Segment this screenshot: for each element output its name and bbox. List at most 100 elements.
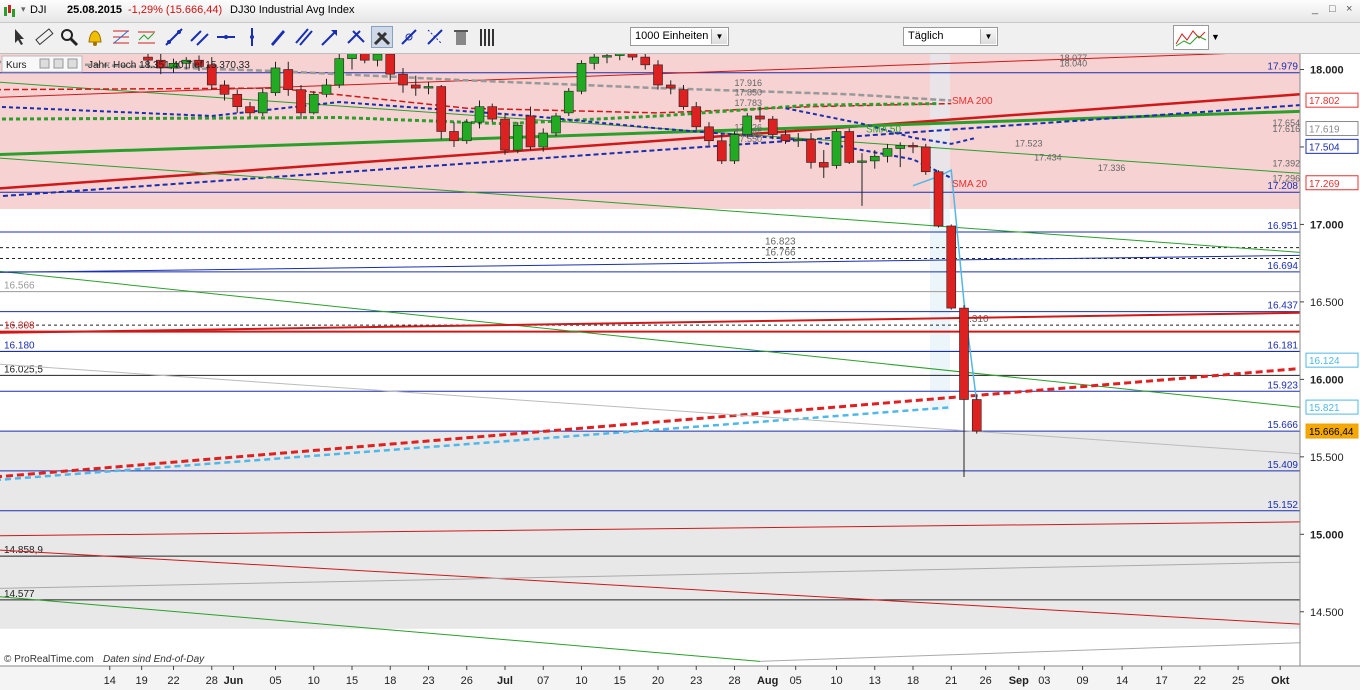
candle [653,64,663,86]
candle [691,106,702,128]
date-label: 25.08.2015 [67,4,123,16]
price-tick-label: 14.500 [1310,607,1344,619]
year-high-low-info: Jahr: Hoch 18.351,40 Tief 15.370,33 [88,60,250,71]
time-tick-label: 18 [907,675,919,687]
minor-level-label: 17.434 [1034,152,1062,162]
candle [512,124,523,151]
time-tick-label: 07 [537,675,549,687]
candle [538,132,549,148]
candle [296,89,306,114]
price-tag-label: 17.269 [1309,179,1340,190]
left-level-label: 16.308 [4,321,35,332]
candle [933,171,944,227]
units-select[interactable]: 1000 Einheiten ▼ [630,27,729,46]
candle [308,93,319,114]
title-bar: ▾ DJI 25.08.2015 -1,29% (15.666,44) DJ30… [0,0,1360,23]
candle [920,146,931,173]
copy-icon [53,58,64,69]
tools-icon[interactable] [345,26,367,48]
minor-level-label: 17.523 [1015,138,1043,148]
price-tag-label: 15.666,44 [1309,427,1354,438]
left-level-label: 16.566 [4,281,35,292]
minor-level-label: 17.850 [735,88,763,98]
candle [831,131,842,166]
time-tick-label: Sep [1009,675,1029,687]
price-tick-label: 16.000 [1310,374,1344,386]
indicators-icon[interactable] [1173,25,1209,50]
copyright-label: © ProRealTime.com [4,654,94,665]
time-tick-label: 23 [690,675,702,687]
level-label: 15.409 [1267,460,1298,471]
units-select-value: 1000 Einheiten [635,30,709,42]
zoom-icon[interactable] [58,26,80,48]
time-tick-label: 25 [1232,675,1244,687]
candle [232,93,243,107]
edit-icon[interactable] [424,26,446,48]
trendline-icon[interactable] [163,26,185,48]
alarm-icon[interactable] [84,26,106,48]
period-select-value: Täglich [908,30,944,42]
candle [640,56,651,66]
ruler-icon[interactable] [33,26,55,48]
trash-icon[interactable] [450,26,472,48]
wave-icon[interactable] [136,26,158,48]
candle [614,54,625,56]
connect-icon[interactable] [398,26,420,48]
time-tick-label: 15 [346,675,358,687]
time-tick-label: 26 [461,675,473,687]
channel-icon[interactable] [189,26,211,48]
candle [283,69,294,90]
time-tick-label: Okt [1271,675,1290,687]
minimize-button[interactable]: _ [1312,3,1318,15]
price-chart[interactable]: 17.97917.20816.95116.69416.43716.18115.9… [0,54,1360,690]
ma-label: SMA 50 [866,125,901,136]
eod-label: Daten sind End-of-Day [103,654,205,665]
time-tick-label: 15 [614,675,626,687]
fibonacci-icon[interactable] [110,26,132,48]
time-tick-label: Aug [757,675,778,687]
candle [857,160,867,163]
candle [869,155,880,162]
candle [602,55,612,58]
candle [946,225,957,309]
settings-icon [39,58,50,69]
left-level-label: 16.180 [4,340,35,351]
candle [844,131,855,163]
candle [716,140,727,162]
level-label: 17.979 [1267,62,1298,73]
candle [627,54,638,58]
candle [410,84,421,89]
candle [372,54,383,61]
vertical-line-icon[interactable] [241,26,263,48]
time-tick-label: 10 [575,675,587,687]
maximize-button[interactable]: □ [1329,3,1336,15]
time-tick-label: 13 [869,675,881,687]
chevron-down-icon[interactable]: ▼ [980,29,996,44]
horizontal-line-icon[interactable] [215,26,237,48]
close-button[interactable]: × [1346,3,1352,15]
time-tick-label: 22 [1194,675,1206,687]
indicators-dropdown-icon[interactable]: ▼ [1211,32,1220,42]
candle [436,86,447,132]
candle [742,115,753,135]
candle [576,62,587,92]
price-tag-label: 17.619 [1309,125,1340,136]
time-tick-label: Jul [497,675,513,687]
minor-level-label: 17.916 [735,78,763,88]
chevron-down-icon[interactable]: ▼ [711,29,727,44]
tools-selected-icon[interactable] [371,26,393,48]
candle [385,54,396,75]
level-label: 16.951 [1267,221,1298,232]
price-tick-label: 15.000 [1310,529,1344,541]
cursor-icon[interactable] [8,26,30,48]
pencil-icon[interactable] [267,26,289,48]
price-tick-label: 17.000 [1310,219,1344,231]
candle [589,56,600,64]
dropdown-arrow-icon[interactable]: ▾ [21,4,26,15]
parallel-icon[interactable] [293,26,315,48]
price-tick-label: 16.500 [1310,297,1344,309]
bars-icon[interactable] [476,26,498,48]
arrow-icon[interactable] [319,26,341,48]
time-tick-label: 03 [1038,675,1050,687]
period-select[interactable]: Täglich ▼ [903,27,998,46]
